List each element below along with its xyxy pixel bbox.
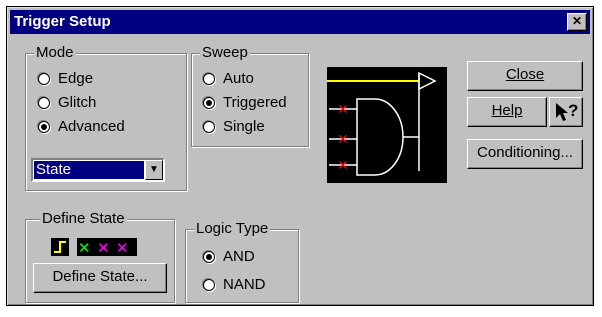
radio-icon [38, 73, 50, 85]
help-button[interactable]: Help [467, 97, 547, 127]
conditioning-button-label: Conditioning... [477, 144, 573, 161]
radio-icon [38, 97, 50, 109]
mode-legend: Mode [34, 44, 76, 62]
sweep-legend: Sweep [200, 44, 250, 62]
define-state-button[interactable]: Define State... [33, 263, 167, 293]
svg-text:✕: ✕ [337, 102, 349, 118]
and-gate-diagram-icon: ✕ ✕ ✕ [327, 71, 437, 176]
close-button[interactable]: Close [467, 61, 583, 91]
radio-label: Advanced [58, 118, 125, 135]
svg-text:✕: ✕ [337, 158, 349, 174]
help-button-label: Help [491, 102, 523, 119]
svg-text:✕: ✕ [97, 239, 110, 257]
question-mark-icon: ? [568, 101, 579, 120]
logic-type-legend: Logic Type [194, 220, 271, 238]
radio-label: Single [223, 118, 265, 135]
mode-type-dropdown[interactable]: State ▼ [31, 158, 165, 182]
state-icons: ✕ ✕ ✕ [51, 237, 151, 257]
radio-icon-selected [203, 251, 215, 263]
trigger-setup-dialog: Trigger Setup ✕ Mode Edge Glitch Advance… [6, 6, 594, 306]
svg-text:✕: ✕ [116, 239, 129, 257]
title-bar: Trigger Setup ✕ [10, 10, 590, 34]
svg-text:✕: ✕ [337, 132, 349, 148]
state-x-icons: ✕ ✕ ✕ [77, 238, 137, 257]
dropdown-value: State [34, 161, 144, 179]
window-title: Trigger Setup [14, 13, 111, 30]
radio-label: Triggered [223, 94, 287, 111]
radio-label: Glitch [58, 94, 97, 111]
rising-edge-icon [51, 238, 69, 256]
radio-label: Edge [58, 70, 94, 87]
radio-icon-selected [203, 97, 215, 109]
define-state-button-label: Define State... [52, 268, 148, 285]
radio-label: NAND [223, 276, 266, 293]
dropdown-arrow-icon[interactable]: ▼ [145, 160, 163, 180]
radio-icon [203, 279, 215, 291]
radio-label: Auto [223, 70, 254, 87]
trigger-logic-diagram: ✕ ✕ ✕ [327, 67, 447, 183]
close-window-button[interactable]: ✕ [567, 13, 587, 31]
radio-icon-selected [38, 121, 50, 133]
radio-icon [203, 121, 215, 133]
radio-icon [203, 73, 215, 85]
close-button-label: Close [505, 66, 545, 83]
context-help-button[interactable]: ? [549, 97, 583, 127]
conditioning-button[interactable]: Conditioning... [467, 139, 583, 169]
define-state-legend: Define State [40, 210, 127, 228]
radio-label: AND [223, 248, 255, 265]
svg-text:✕: ✕ [78, 239, 91, 257]
close-icon: ✕ [571, 14, 583, 28]
